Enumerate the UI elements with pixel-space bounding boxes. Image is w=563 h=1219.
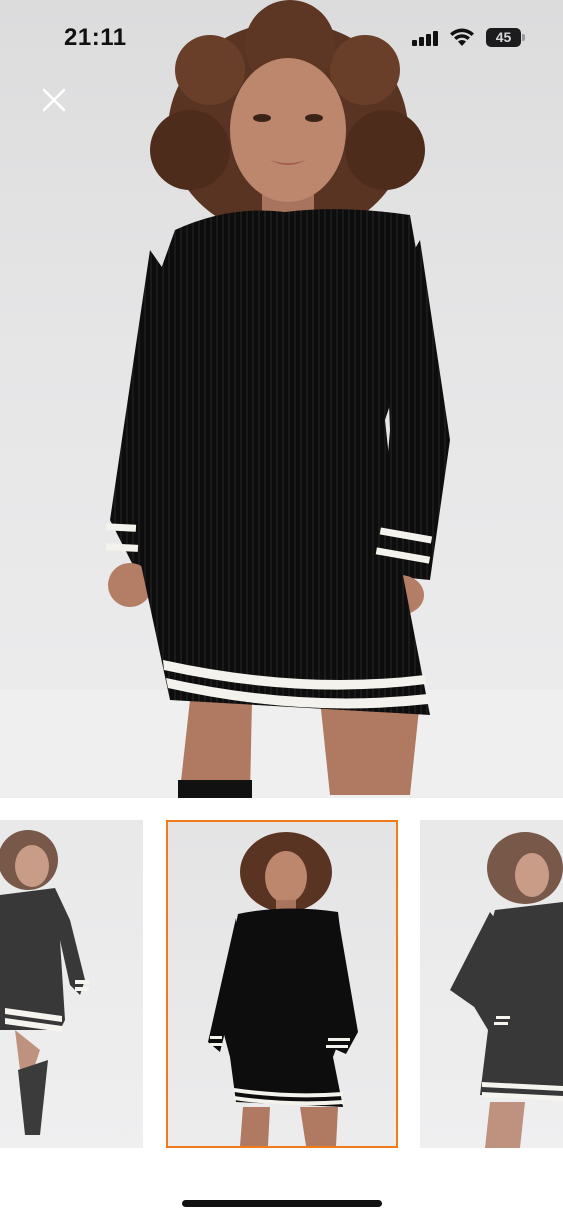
status-bar: 21:11 45: [0, 0, 563, 70]
product-photo-side-pose: [0, 820, 143, 1148]
close-button[interactable]: [38, 84, 70, 116]
thumbnail-1[interactable]: [0, 820, 143, 1148]
status-time: 21:11: [64, 24, 127, 51]
product-photo-front-pose: [208, 832, 358, 1146]
cellular-signal-icon: [412, 30, 440, 46]
battery-level: 45: [495, 29, 512, 45]
product-photo-hand-on-hip-pose: [420, 820, 563, 1148]
main-product-image[interactable]: [0, 0, 563, 798]
home-indicator[interactable]: [182, 1200, 382, 1207]
model-wearing-dress-illustration: [105, 0, 450, 798]
close-icon: [42, 88, 66, 112]
thumbnail-3[interactable]: [420, 820, 563, 1148]
battery-icon: 45: [486, 28, 525, 47]
wifi-icon: [450, 28, 474, 46]
thumbnail-2-selected[interactable]: [166, 820, 398, 1148]
